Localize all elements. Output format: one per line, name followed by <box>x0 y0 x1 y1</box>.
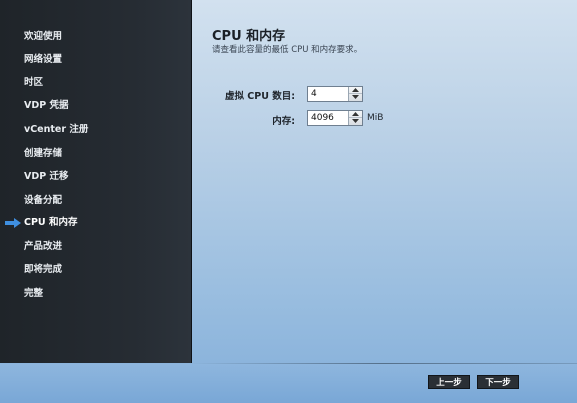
step-vcenter-registration[interactable]: vCenter 注册 <box>24 122 88 138</box>
step-product-improvement[interactable]: 产品改进 <box>24 239 62 255</box>
next-button[interactable]: 下一步 <box>477 375 519 389</box>
step-welcome[interactable]: 欢迎使用 <box>24 29 62 45</box>
memory-unit: MiB <box>367 113 384 123</box>
step-create-storage[interactable]: 创建存储 <box>24 146 62 162</box>
step-cpu-memory[interactable]: CPU 和内存 <box>24 215 77 231</box>
memory-decrement-button[interactable] <box>349 118 362 125</box>
memory-stepper-buttons <box>348 111 362 125</box>
caret-down-icon <box>352 119 359 123</box>
cpu-stepper-buttons <box>348 87 362 101</box>
page-subtitle: 请查看此容量的最低 CPU 和内存要求。 <box>212 45 363 55</box>
cpu-increment-button[interactable] <box>349 87 362 94</box>
caret-down-icon <box>352 95 359 99</box>
step-vdp-migration[interactable]: VDP 迁移 <box>24 169 69 185</box>
wizard-window: 欢迎使用 网络设置 时区 VDP 凭据 vCenter 注册 创建存储 VDP … <box>0 0 577 403</box>
cpu-decrement-button[interactable] <box>349 94 362 101</box>
memory-value[interactable]: 4096 <box>311 111 334 125</box>
back-button[interactable]: 上一步 <box>428 375 470 389</box>
wizard-steps-sidebar: 欢迎使用 网络设置 时区 VDP 凭据 vCenter 注册 创建存储 VDP … <box>0 0 191 363</box>
step-device-allocation[interactable]: 设备分配 <box>24 193 62 209</box>
step-network-settings[interactable]: 网络设置 <box>24 52 62 68</box>
page-title: CPU 和内存 <box>212 29 286 44</box>
memory-label: 内存: <box>272 116 295 127</box>
right-arrow-icon <box>5 218 21 228</box>
step-complete[interactable]: 完整 <box>24 286 43 302</box>
step-ready-to-complete[interactable]: 即将完成 <box>24 262 62 278</box>
caret-up-icon <box>352 112 359 116</box>
memory-increment-button[interactable] <box>349 111 362 118</box>
memory-stepper[interactable]: 4096 <box>307 110 363 126</box>
cpu-count-stepper[interactable]: 4 <box>307 86 363 102</box>
cpu-count-label: 虚拟 CPU 数目: <box>225 91 296 102</box>
step-timezone[interactable]: 时区 <box>24 75 43 91</box>
caret-up-icon <box>352 88 359 92</box>
cpu-count-value[interactable]: 4 <box>311 87 317 101</box>
step-vdp-credentials[interactable]: VDP 凭据 <box>24 98 69 114</box>
